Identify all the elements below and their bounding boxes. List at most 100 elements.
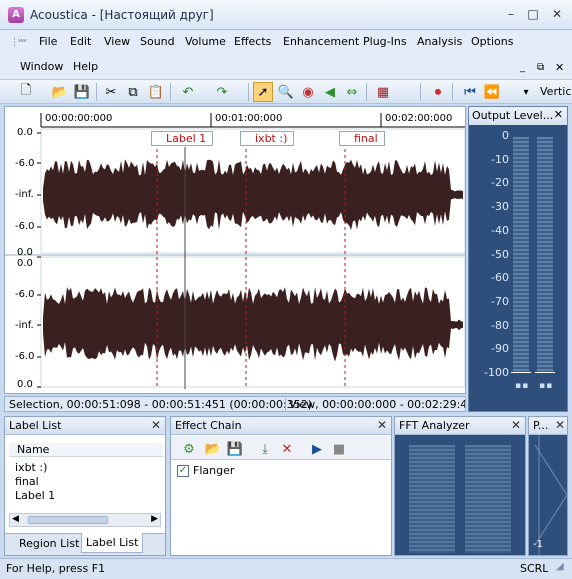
level-scale-tick: 0 — [502, 129, 509, 142]
scroll-left-icon[interactable]: ◀ — [12, 514, 19, 524]
close-icon[interactable]: ✕ — [377, 418, 387, 432]
status-bar: For Help, press F1 SCRL ◢ — [0, 558, 572, 579]
scrub-tool-icon[interactable]: ◉ — [298, 82, 318, 102]
label-list-item[interactable]: final — [15, 475, 39, 488]
close-icon[interactable]: ✕ — [511, 418, 521, 432]
mdi-close-button[interactable]: ✕ — [555, 61, 564, 74]
label-list-item[interactable]: ixbt :) — [15, 461, 47, 474]
db-tick: 0.0 — [17, 379, 33, 390]
waveform-panel[interactable]: 00:00:00:000 00:01:00:000 00:02:00:000 L… — [4, 106, 466, 394]
menu-effects[interactable]: Effects — [234, 35, 271, 48]
level-scale-tick: -70 — [491, 294, 509, 308]
label-list-item[interactable]: Label 1 — [15, 489, 55, 502]
redo-icon[interactable]: ↷ — [212, 82, 232, 102]
menu-sound[interactable]: Sound — [140, 35, 175, 48]
undo-icon[interactable]: ↶ — [178, 82, 198, 102]
waveform-canvas[interactable] — [5, 107, 465, 393]
horizontal-scrollbar[interactable]: ◀ ▶ — [9, 513, 161, 527]
copy-icon[interactable]: ⧉ — [123, 82, 143, 102]
db-tick: -inf. — [15, 320, 34, 331]
select-tool-icon[interactable]: ➚ — [253, 82, 273, 102]
level-scale-tick: -10 — [491, 152, 509, 166]
open-folder-icon[interactable]: 📂 — [50, 82, 70, 102]
fft-bars-left — [409, 445, 455, 553]
time-tick-0: 00:00:00:000 — [45, 113, 113, 124]
help-status: For Help, press F1 — [6, 562, 106, 575]
level-scale-tick: -60 — [491, 271, 509, 285]
save-chain-icon[interactable]: 💾 — [225, 439, 245, 459]
resize-grip-icon[interactable]: ◢ — [556, 561, 564, 572]
open-chain-icon[interactable]: 📂 — [203, 439, 223, 459]
close-icon[interactable]: ✕ — [555, 418, 565, 432]
tab-region-list[interactable]: Region List — [19, 537, 79, 550]
peak-indicator-icon: ▪▪ — [515, 381, 530, 391]
mdi-restore-button[interactable]: ⧉ — [537, 62, 544, 73]
app-icon[interactable]: A — [8, 7, 24, 23]
menu-options[interactable]: Options — [471, 35, 513, 48]
zoom-tool-icon[interactable]: 🔍 — [276, 82, 296, 102]
delete-icon[interactable]: ✕ — [277, 439, 297, 459]
region-select-icon[interactable]: ▦ — [373, 82, 393, 102]
label-marker-2[interactable]: ixbt :) — [240, 131, 295, 146]
cut-icon[interactable]: ✂ — [101, 82, 121, 102]
menu-plugins[interactable]: Plug-Ins — [363, 35, 407, 48]
name-column-header[interactable]: Name — [9, 443, 163, 457]
output-level-title: Output Level... ✕ — [469, 107, 567, 125]
toolbar: 🗋 📂 💾 ✂ ⧉ 📋 ↶ ↷ ➚ 🔍 ◉ ◀ ⇔ ▦ ⏺ ⏮ ⏪ ▾ Vert… — [0, 80, 572, 104]
label-marker-1[interactable]: Label 1 — [151, 131, 214, 146]
maximize-button[interactable]: □ — [524, 6, 542, 22]
toolbar-overflow-icon[interactable]: ▾ — [516, 82, 536, 102]
db-tick: 0.0 — [17, 127, 33, 138]
menu-help[interactable]: Help — [73, 60, 98, 73]
fast-rewind-icon[interactable]: ⏪ — [482, 82, 502, 102]
close-icon[interactable]: ✕ — [151, 418, 161, 432]
scroll-right-icon[interactable]: ▶ — [151, 514, 158, 524]
db-tick: -6.0 — [15, 351, 35, 362]
tab-label-list[interactable]: Label List — [81, 533, 144, 553]
level-scale-tick: -40 — [491, 223, 509, 237]
record-icon[interactable]: ⏺ — [428, 82, 448, 102]
phase-scope — [534, 435, 568, 555]
fft-analyzer-panel: FFT Analyzer ✕ — [394, 416, 526, 556]
paste-icon[interactable]: 📋 — [146, 82, 166, 102]
menu-edit[interactable]: Edit — [70, 35, 91, 48]
close-icon[interactable]: ✕ — [554, 108, 563, 121]
apply-icon[interactable]: ⤓ — [255, 439, 275, 459]
close-button[interactable]: ✕ — [548, 6, 566, 22]
effect-chain-title: Effect Chain — [171, 417, 391, 435]
level-meter-left — [513, 137, 529, 373]
play-icon[interactable]: ▶ — [307, 439, 327, 459]
level-meter-right — [537, 137, 553, 373]
menu-analysis[interactable]: Analysis — [417, 35, 462, 48]
level-scale-tick: -80 — [491, 318, 509, 332]
effect-item-flanger[interactable]: Flanger — [193, 464, 234, 477]
menu-enhancement[interactable]: Enhancement — [283, 35, 359, 48]
mdi-minimize-button[interactable]: _ — [520, 62, 525, 73]
view-status: View, 00:00:00:000 - 00:02:29:420 — [285, 398, 465, 411]
add-effect-icon[interactable]: ⚙ — [179, 439, 199, 459]
window-title: Acoustica - [Настоящий друг] — [30, 8, 214, 22]
flanger-checkbox[interactable]: ✓ — [177, 465, 189, 477]
label-marker-3[interactable]: final — [339, 131, 385, 146]
label-list-panel: Label List ✕ Name ixbt :) final Label 1 … — [4, 416, 166, 556]
menu-view[interactable]: View — [104, 35, 130, 48]
level-scale-tick: -90 — [491, 342, 509, 356]
fit-icon[interactable]: ⇔ — [342, 82, 362, 102]
selection-status: Selection, 00:00:51:098 - 00:00:51:451 (… — [9, 398, 313, 411]
new-file-icon[interactable]: 🗋 — [16, 82, 36, 102]
db-tick: -6.0 — [15, 221, 35, 232]
time-tick-2: 00:02:00:000 — [385, 113, 453, 124]
menu-window[interactable]: Window — [20, 60, 63, 73]
save-icon[interactable]: 💾 — [72, 82, 92, 102]
level-scale-tick: -100 — [484, 366, 509, 379]
fft-bars-right — [465, 445, 511, 553]
back-icon[interactable]: ◀ — [320, 82, 340, 102]
menu-file[interactable]: File — [39, 35, 57, 48]
vertical-toolbar-label[interactable]: Vertic — [540, 85, 571, 98]
menu-volume[interactable]: Volume — [185, 35, 226, 48]
scroll-thumb[interactable] — [28, 516, 108, 524]
level-scale-tick: -20 — [491, 176, 509, 190]
stop-icon[interactable]: ■ — [329, 439, 349, 459]
rewind-icon[interactable]: ⏮ — [460, 82, 480, 102]
minimize-button[interactable]: – — [502, 6, 520, 22]
